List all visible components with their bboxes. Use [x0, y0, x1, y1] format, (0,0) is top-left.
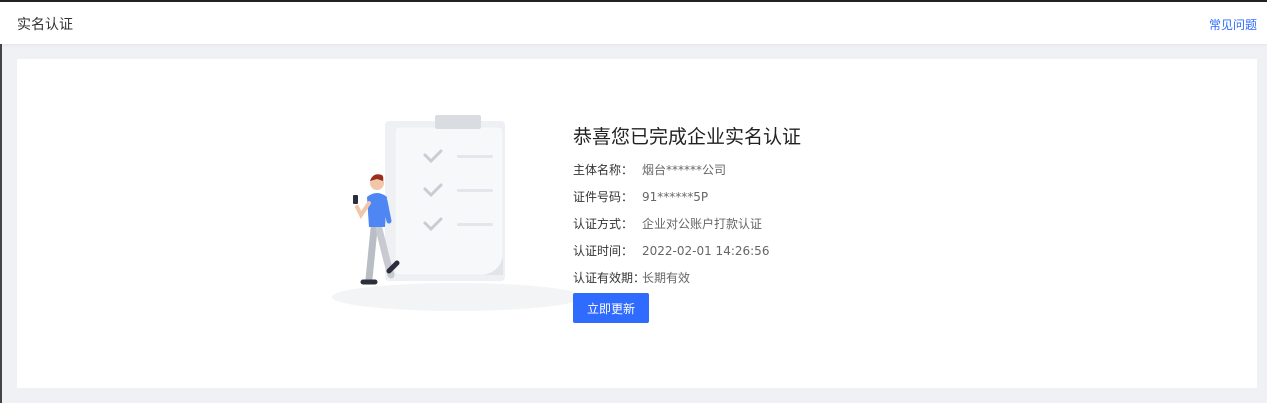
update-now-button[interactable]: 立即更新 — [573, 293, 649, 323]
row-value: 企业对公账户打款认证 — [642, 217, 763, 231]
row-label: 证件号码： — [573, 190, 634, 204]
row-value: 91******5P — [642, 190, 709, 204]
info-row-auth-method: 认证方式： 企业对公账户打款认证 — [573, 217, 801, 244]
page-title: 实名认证 — [17, 17, 73, 33]
row-label: 认证方式： — [573, 217, 634, 231]
row-label: 认证时间： — [573, 244, 634, 258]
info-row-id-number: 证件号码： 91******5P — [573, 190, 801, 217]
top-bar: 实名认证 常见问题 — [0, 0, 1267, 44]
row-value: 烟台******公司 — [642, 163, 727, 177]
faq-link[interactable]: 常见问题 — [1209, 16, 1257, 33]
info-row-auth-time: 认证时间： 2022-02-01 14:26:56 — [573, 244, 801, 271]
success-heading: 恭喜您已完成企业实名认证 — [573, 126, 802, 148]
verification-info: 恭喜您已完成企业实名认证 主体名称： 烟台******公司 证件号码： 91**… — [573, 122, 802, 323]
row-label: 主体名称： — [573, 163, 634, 177]
info-row-entity-name: 主体名称： 烟台******公司 — [573, 163, 801, 190]
verified-clipboard-illustration — [332, 115, 582, 311]
row-value: 2022-02-01 14:26:56 — [642, 244, 770, 258]
window-left-border — [0, 44, 2, 403]
verification-result-card: 恭喜您已完成企业实名认证 主体名称： 烟台******公司 证件号码： 91**… — [17, 59, 1257, 388]
row-value: 长期有效 — [642, 271, 691, 285]
